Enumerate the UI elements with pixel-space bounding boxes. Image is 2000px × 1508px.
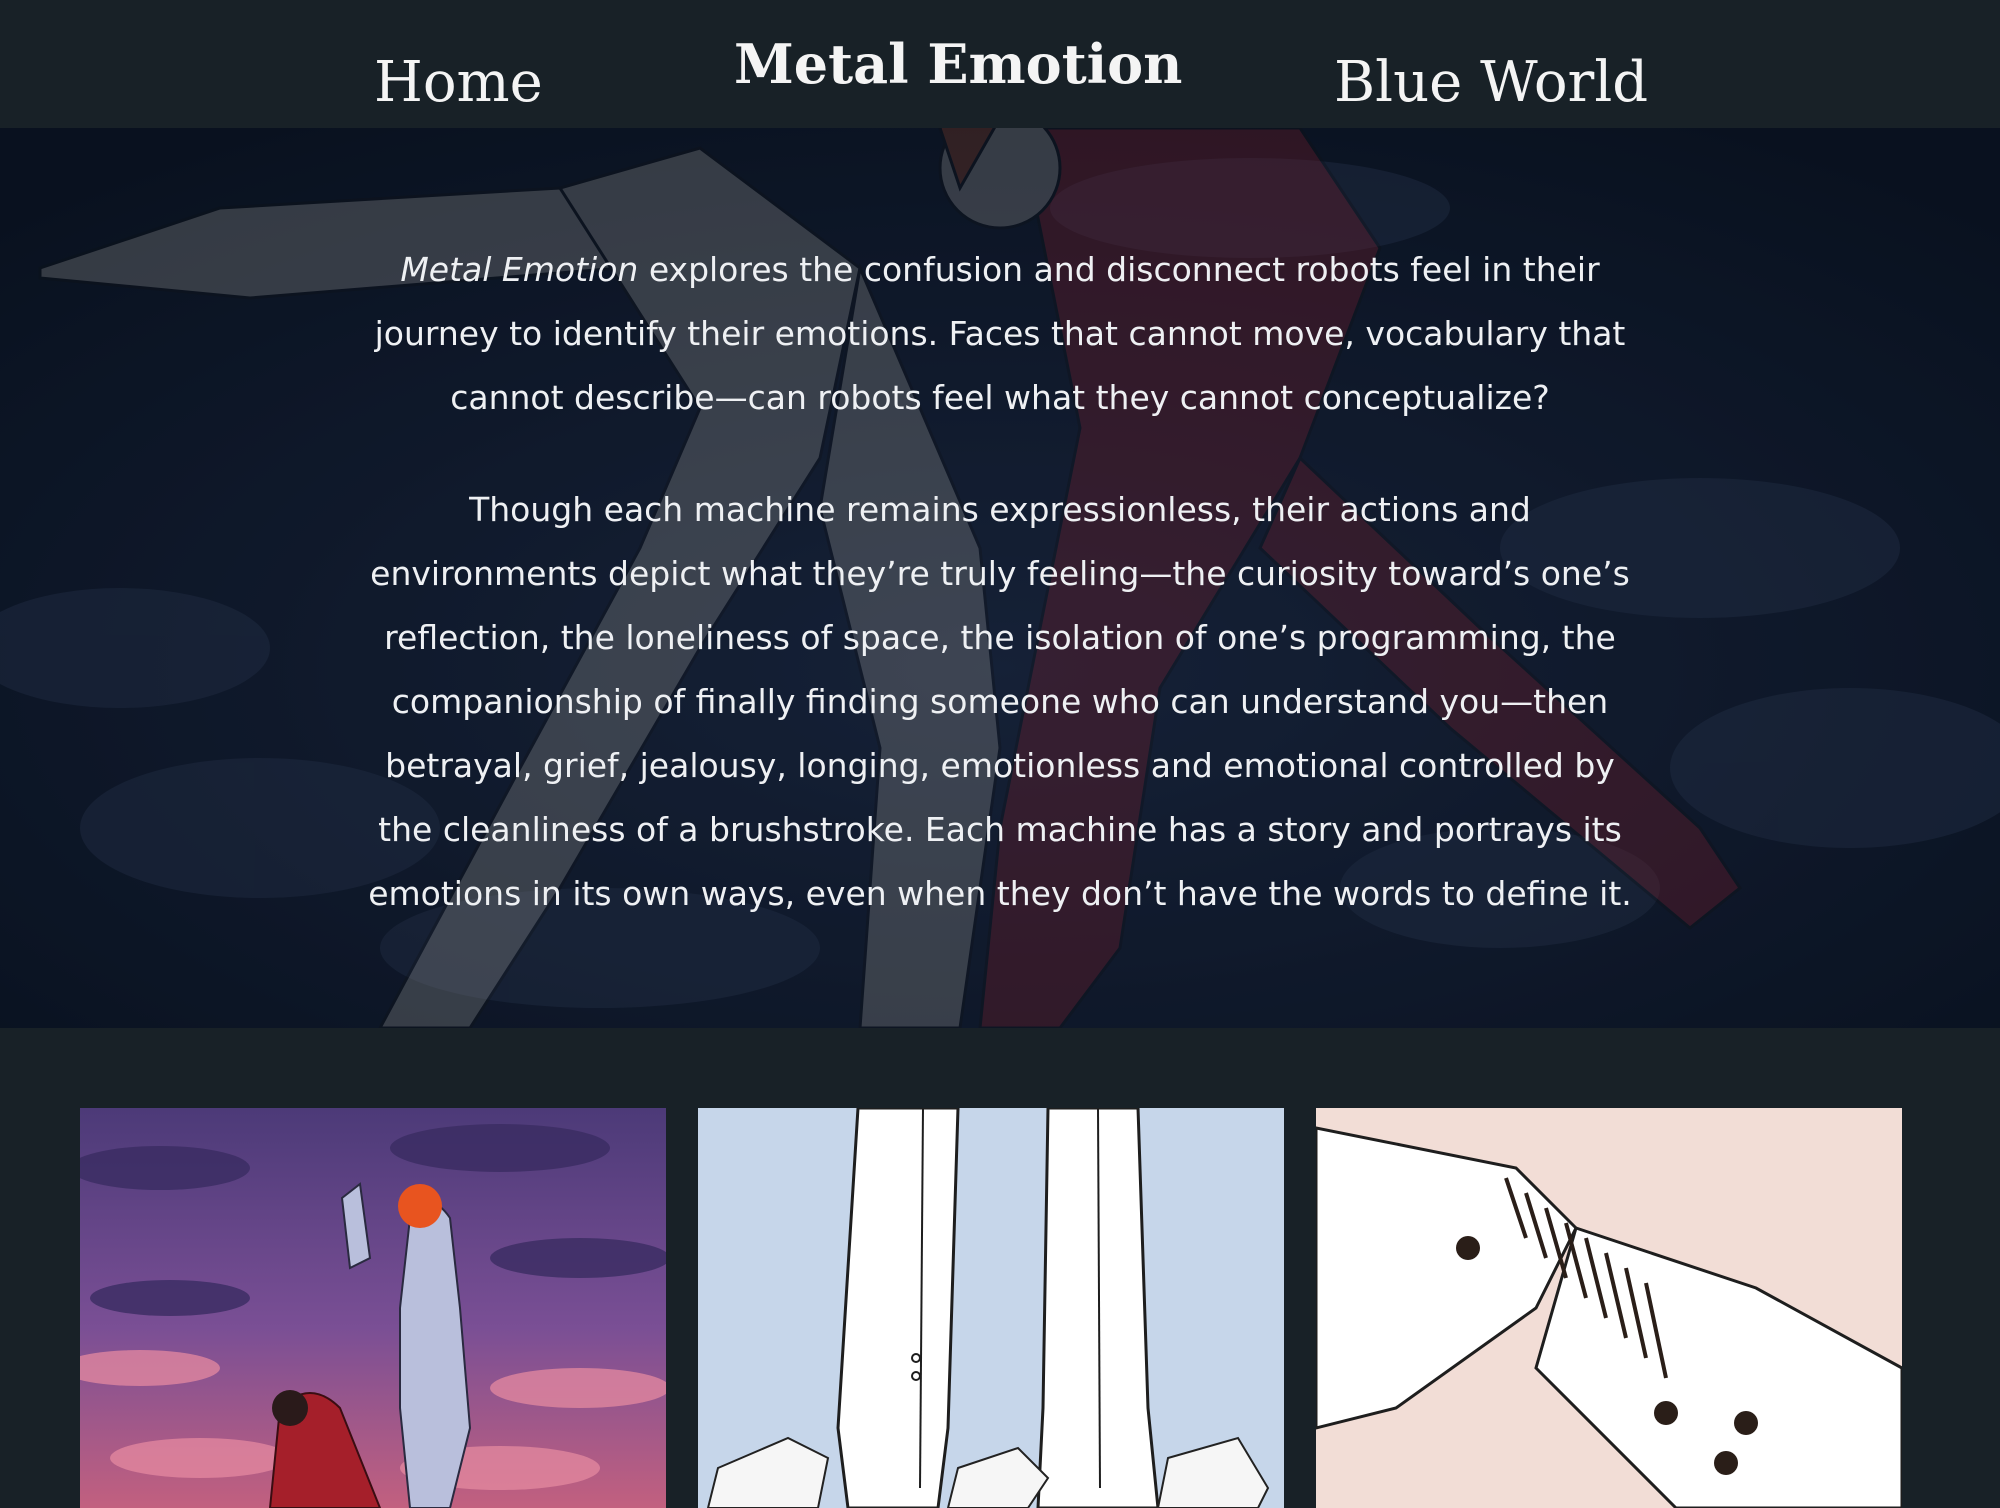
- intro-title-italic: Metal Emotion: [400, 250, 639, 289]
- top-navigation: Home Metal Emotion Blue World: [0, 0, 2000, 128]
- artwork-gallery: [0, 1028, 2000, 1508]
- nav-link-home[interactable]: Home: [374, 50, 543, 115]
- nav-link-metal-emotion[interactable]: Metal Emotion: [734, 32, 1182, 96]
- gallery-item-robot-arm-stitches[interactable]: [1316, 1108, 1902, 1508]
- nav-link-blue-world[interactable]: Blue World: [1334, 50, 1648, 115]
- intro-text: Metal Emotion explores the confusion and…: [355, 238, 1645, 974]
- gallery-item-robot-legs[interactable]: [698, 1108, 1284, 1508]
- robot-legs-ink-drawing: [698, 1108, 1284, 1508]
- purple-sky-robots-painting: [80, 1108, 666, 1508]
- hero-section: Metal Emotion explores the confusion and…: [0, 128, 2000, 1028]
- intro-paragraph-1: Metal Emotion explores the confusion and…: [355, 238, 1645, 430]
- intro-paragraph-2: Though each machine remains expressionle…: [368, 490, 1632, 913]
- gallery-item-purple-sky-robots[interactable]: [80, 1108, 666, 1508]
- robot-arm-stitches-drawing: [1316, 1108, 1902, 1508]
